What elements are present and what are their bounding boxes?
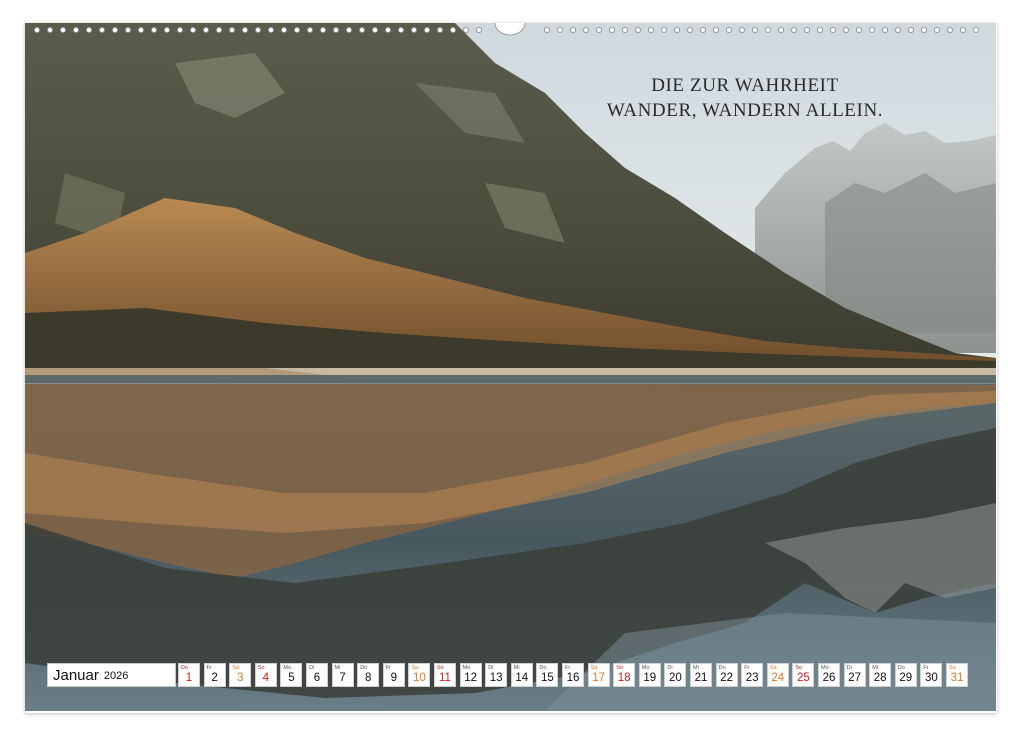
day-cell: Fr 23 xyxy=(741,663,764,687)
day-number: 20 xyxy=(668,672,682,684)
day-number: 16 xyxy=(566,672,580,684)
day-cell: Fr 30 xyxy=(920,663,943,687)
day-number: 13 xyxy=(489,672,503,684)
day-number: 24 xyxy=(771,672,785,684)
day-number: 4 xyxy=(262,672,269,684)
day-cell: Sa 31 xyxy=(946,663,968,687)
day-number: 30 xyxy=(924,672,938,684)
day-cell: So 11 xyxy=(434,663,456,687)
day-number: 18 xyxy=(617,672,631,684)
month-year: 2026 xyxy=(103,670,129,682)
day-cell: Fr 16 xyxy=(562,663,584,687)
day-cell: Fr 2 xyxy=(203,663,226,687)
day-cell: Sa 10 xyxy=(408,663,431,687)
day-cell: Di 20 xyxy=(664,663,687,687)
month-name: Januar xyxy=(53,666,99,684)
day-number: 5 xyxy=(288,672,295,684)
day-number: 28 xyxy=(873,672,887,684)
day-cell: Di 27 xyxy=(843,663,866,687)
day-number: 29 xyxy=(899,672,913,684)
day-cell: So 4 xyxy=(254,663,277,687)
day-cell: Mo 5 xyxy=(280,663,303,687)
day-cell: Sa 3 xyxy=(229,663,252,687)
quote-line-2: WANDER, WANDERN ALLEIN. xyxy=(606,100,884,121)
day-cell: Do 8 xyxy=(357,663,380,687)
day-cell: Sa 24 xyxy=(766,663,789,687)
day-number: 12 xyxy=(464,672,477,684)
day-cell: Do 15 xyxy=(536,663,559,687)
day-number: 25 xyxy=(796,672,810,684)
day-number: 23 xyxy=(745,672,759,684)
day-cell: Mo 19 xyxy=(638,663,661,687)
day-number: 17 xyxy=(592,672,605,684)
day-number: 3 xyxy=(236,672,244,684)
day-number: 26 xyxy=(822,672,836,684)
day-number: 22 xyxy=(720,672,733,684)
day-cell: Do 29 xyxy=(894,663,917,687)
day-number: 31 xyxy=(950,672,964,684)
day-number: 11 xyxy=(439,672,451,684)
day-number: 8 xyxy=(364,672,372,684)
day-number: 7 xyxy=(339,672,346,684)
day-number: 15 xyxy=(540,672,554,684)
spiral-binding xyxy=(25,23,996,37)
day-cell: Mi 14 xyxy=(510,663,533,687)
day-cell: Mi 21 xyxy=(690,663,712,687)
landscape-photo xyxy=(25,23,996,711)
day-cell: Mi 7 xyxy=(331,663,354,687)
day-cell: Di 6 xyxy=(306,663,328,687)
day-number: 10 xyxy=(412,672,426,684)
month-label: Januar 2026 xyxy=(47,663,176,687)
day-number: 21 xyxy=(694,672,708,684)
calendar-strip: Januar 2026 Do 1 Fr 2 Sa 3 So 4 Mo 5 Di 6 Mi 7 Do 8 Fr 9 S… xyxy=(47,663,972,688)
day-cell: Mi 28 xyxy=(869,663,892,687)
day-number: 19 xyxy=(643,672,657,684)
day-cell: Mo 12 xyxy=(459,663,482,687)
day-number: 6 xyxy=(313,672,321,684)
day-cell: Fr 9 xyxy=(382,663,405,687)
day-cell: Do 22 xyxy=(715,663,738,687)
quote-text: DIE ZUR WAHRHEIT WANDER, WANDERN ALLEIN. xyxy=(570,73,920,123)
day-cell: Do 1 xyxy=(178,663,200,687)
day-cell: So 25 xyxy=(792,663,815,687)
day-cell: Mo 26 xyxy=(818,663,840,687)
quote-line-1: DIE ZUR WAHRHEIT xyxy=(651,75,839,96)
day-number: 27 xyxy=(848,672,861,684)
day-cell: Di 13 xyxy=(485,663,508,687)
day-number: 14 xyxy=(515,672,529,684)
day-cell: So 18 xyxy=(613,663,636,687)
day-number: 2 xyxy=(211,672,218,684)
day-number: 1 xyxy=(185,672,193,684)
day-cell: Sa 17 xyxy=(587,663,610,687)
day-number: 9 xyxy=(390,672,397,684)
